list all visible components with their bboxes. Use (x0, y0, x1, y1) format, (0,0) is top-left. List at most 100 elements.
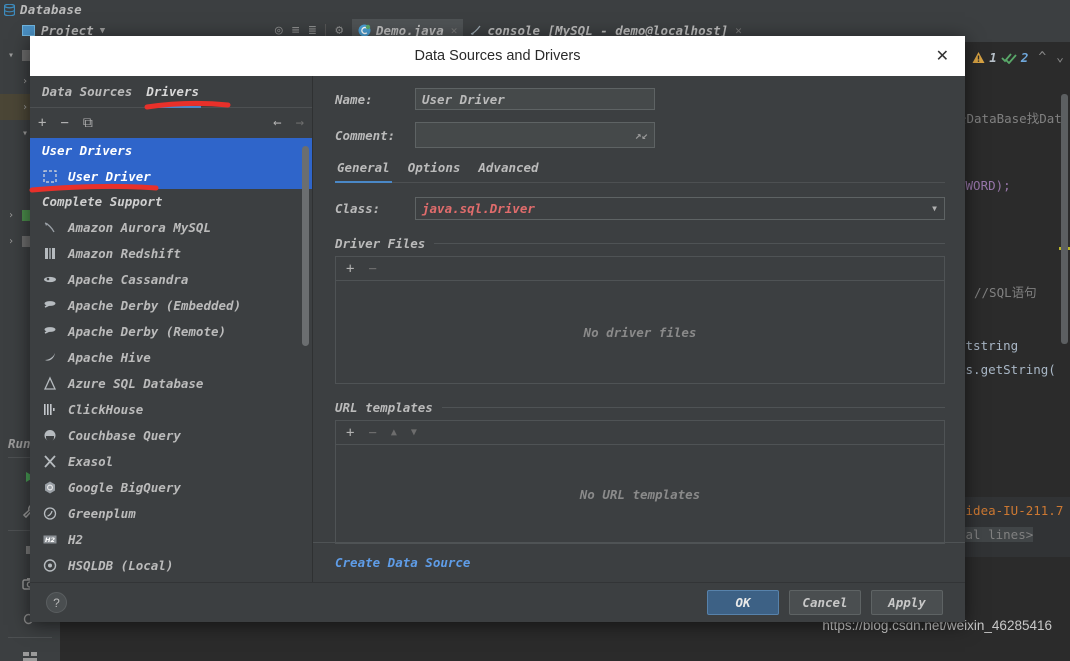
code-fragment: rs.getString( (958, 362, 1056, 377)
move-down-icon[interactable]: ▼ (411, 427, 417, 438)
copy-icon[interactable]: ⧉ (83, 116, 93, 130)
close-icon[interactable]: ✕ (936, 46, 949, 66)
driver-item-apache-derby-embedded[interactable]: Apache Derby (Embedded) (30, 292, 312, 318)
driver-item-amazon-redshift[interactable]: Amazon Redshift (30, 240, 312, 266)
name-input[interactable]: User Driver (415, 88, 655, 110)
url-templates-empty[interactable]: No URL templates (335, 444, 945, 544)
derby-icon (44, 300, 56, 308)
driver-files-header: Driver Files (335, 236, 945, 251)
driver-item-hsqldb-local[interactable]: HSQLDB (Local) (30, 552, 312, 578)
comment-input[interactable]: ↗↙ (415, 122, 655, 148)
add-icon[interactable]: + (346, 426, 354, 440)
driver-label: Apache Derby (Remote) (68, 323, 227, 339)
chevron-up-icon[interactable]: ^ (1038, 51, 1046, 64)
remove-icon[interactable]: − (368, 426, 376, 440)
cancel-button[interactable]: Cancel (789, 590, 861, 615)
comment-label: Comment: (335, 127, 396, 143)
chevron-down-icon[interactable]: ⌄ (1056, 51, 1064, 64)
database-toolwindow-header: Database (0, 0, 1070, 19)
redshift-icon (45, 247, 55, 259)
tab-advanced[interactable]: Advanced (476, 160, 554, 182)
driver-label: Exasol (68, 453, 114, 469)
driver-files-toolbar[interactable]: + − (335, 256, 945, 280)
driver-label: HSQLDB (Local) (68, 557, 174, 573)
left-pane-tabs[interactable]: Data Sources Drivers (30, 76, 312, 108)
drivers-list[interactable]: User Drivers User Driver Complete Suppor… (30, 138, 312, 582)
driver-item-azure-sql-database[interactable]: Azure SQL Database (30, 370, 312, 396)
tab-options[interactable]: Options (406, 160, 477, 182)
add-icon[interactable]: + (38, 116, 46, 130)
driver-item-amazon-aurora-mysql[interactable]: Amazon Aurora MySQL (30, 214, 312, 240)
layout-icon[interactable] (0, 640, 60, 661)
help-button[interactable]: ? (46, 592, 67, 613)
url-templates-header: URL templates (335, 400, 945, 415)
driver-item-h2[interactable]: H2 H2 (30, 526, 312, 552)
dialog-body: Data Sources Drivers + − ⧉ ← → User Driv… (30, 76, 965, 582)
back-icon[interactable]: ← (273, 116, 281, 130)
user-driver-icon (43, 169, 57, 183)
url-templates-toolbar[interactable]: + − ▲ ▼ (335, 420, 945, 444)
create-data-source-link[interactable]: Create Data Source (335, 555, 470, 570)
driver-item-user-driver[interactable]: User Driver (30, 163, 312, 189)
warning-count: 1 (989, 50, 997, 65)
driver-label: Greenplum (68, 505, 136, 521)
inspection-status[interactable]: 1 2 ^ ⌄ (972, 50, 1064, 65)
driver-item-clickhouse[interactable]: ClickHouse (30, 396, 312, 422)
code-fragment: nal lines> (958, 527, 1034, 542)
divider (441, 407, 945, 408)
driver-label: Azure SQL Database (68, 375, 204, 391)
editor-scrollbar[interactable] (1061, 94, 1068, 344)
driver-item-couchbase-query[interactable]: Couchbase Query (30, 422, 312, 448)
driver-files-section: Driver Files + − No driver files (335, 236, 945, 384)
move-up-icon[interactable]: ▲ (391, 427, 397, 438)
remove-icon[interactable]: − (60, 116, 68, 130)
driver-label: Apache Cassandra (68, 271, 189, 287)
driver-item-google-bigquery[interactable]: Google BigQuery (30, 474, 312, 500)
check-marks-icon (1001, 53, 1017, 64)
driver-label: Couchbase Query (68, 427, 181, 443)
driver-item-apache-hive[interactable]: Apache Hive (30, 344, 312, 370)
name-row: Name: User Driver (335, 88, 945, 110)
expand-icon[interactable]: ↗↙ (635, 129, 648, 142)
class-label: Class: (335, 201, 381, 216)
driver-label: Amazon Redshift (68, 245, 181, 261)
chevron-down-icon[interactable]: ▼ (100, 26, 105, 36)
data-sources-and-drivers-dialog: Data Sources and Drivers ✕ Data Sources … (30, 36, 965, 622)
driver-item-exasol[interactable]: Exasol (30, 448, 312, 474)
left-pane-toolbar[interactable]: + − ⧉ ← → (30, 108, 312, 138)
console-output[interactable]: /idea-IU-211.7 nal lines> (958, 497, 1070, 557)
chevron-down-icon: ▾ (8, 49, 15, 61)
user-drivers-group: User Drivers User Driver (30, 138, 312, 189)
drivers-list-scrollbar[interactable] (302, 146, 309, 346)
ok-button[interactable]: OK (707, 590, 779, 615)
svg-text:H2: H2 (45, 535, 55, 543)
tab-data-sources[interactable]: Data Sources (42, 84, 146, 107)
driver-label: Amazon Aurora MySQL (68, 219, 211, 235)
tab-general[interactable]: General (335, 160, 406, 183)
class-combobox[interactable]: java.sql.Driver ▼ (415, 197, 945, 220)
hsqldb-icon (43, 558, 57, 572)
driver-item-greenplum[interactable]: Greenplum (30, 500, 312, 526)
remove-icon[interactable]: − (368, 262, 376, 276)
chevron-down-icon[interactable]: ▼ (932, 204, 937, 213)
h2-icon: H2 (43, 535, 57, 543)
comment-row: Comment: ↗↙ (335, 122, 945, 148)
apply-button[interactable]: Apply (871, 590, 943, 615)
driver-files-title: Driver Files (335, 236, 426, 251)
driver-item-apache-cassandra[interactable]: Apache Cassandra (30, 266, 312, 292)
driver-files-empty[interactable]: No driver files (335, 280, 945, 384)
driver-item-apache-derby-remote[interactable]: Apache Derby (Remote) (30, 318, 312, 344)
create-data-source-bar: Create Data Source (313, 542, 965, 582)
tab-drivers[interactable]: Drivers (146, 84, 213, 108)
driver-label: ClickHouse (68, 401, 144, 417)
forward-icon[interactable]: → (296, 116, 304, 130)
settings-tabs[interactable]: General Options Advanced (335, 160, 945, 183)
divider (434, 243, 945, 244)
driver-label: Google BigQuery (68, 479, 181, 495)
url-templates-title: URL templates (335, 400, 433, 415)
class-row: Class: java.sql.Driver ▼ (335, 197, 945, 220)
group-title-complete-support: Complete Support (42, 194, 163, 209)
hive-icon (45, 352, 55, 361)
add-icon[interactable]: + (346, 262, 354, 276)
driver-label: Apache Hive (68, 349, 151, 365)
